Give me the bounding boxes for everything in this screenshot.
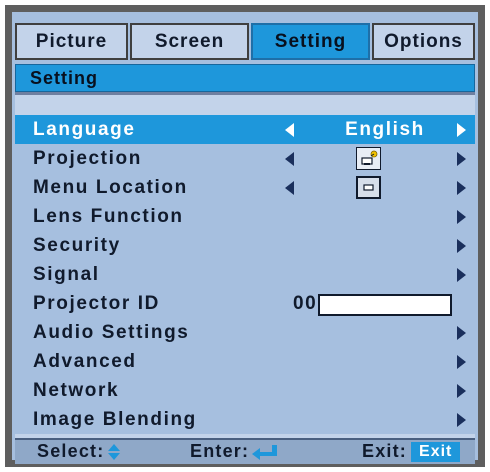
- menu-item-projection[interactable]: Projection: [15, 144, 475, 173]
- menu-item-label: Security: [33, 235, 121, 256]
- spacer: [15, 95, 475, 115]
- arrow-right-icon[interactable]: [457, 152, 466, 166]
- arrow-right-icon[interactable]: [457, 384, 466, 398]
- enter-label: Enter:: [190, 441, 250, 461]
- tab-screen[interactable]: Screen: [130, 23, 249, 60]
- exit-hint: Exit: Exit: [362, 440, 461, 463]
- enter-hint: Enter:: [190, 440, 279, 463]
- arrow-left-icon[interactable]: [285, 123, 294, 137]
- arrow-right-icon[interactable]: [457, 239, 466, 253]
- arrow-right-icon[interactable]: [457, 123, 466, 137]
- menu-item-audio-settings[interactable]: Audio Settings: [15, 318, 475, 347]
- menu-item-language[interactable]: Language English: [15, 115, 475, 144]
- menu-item-advanced[interactable]: Advanced: [15, 347, 475, 376]
- arrow-right-icon[interactable]: [457, 181, 466, 195]
- arrow-right-icon[interactable]: [457, 326, 466, 340]
- up-down-arrow-icon: [108, 443, 121, 460]
- menu-item-label: Image Blending: [33, 409, 197, 430]
- menu-item-label: Signal: [33, 264, 100, 285]
- arrow-right-icon[interactable]: [457, 268, 466, 282]
- osd-menu-frame: Picture Screen Setting Options Setting L…: [5, 5, 485, 467]
- osd-footer: Select: Enter: Exit: Exit: [15, 438, 475, 464]
- menu-item-label: Advanced: [33, 351, 137, 372]
- section-title: Setting: [15, 64, 475, 92]
- menu-location-center-icon: [356, 176, 381, 199]
- menu-item-label: Projection: [33, 148, 142, 169]
- projector-id-value: 00: [293, 293, 318, 314]
- menu-item-menu-location[interactable]: Menu Location: [15, 173, 475, 202]
- menu-item-label: Lens Function: [33, 206, 184, 227]
- menu-item-label: Language: [33, 119, 136, 140]
- arrow-right-icon[interactable]: [457, 210, 466, 224]
- menu-item-network[interactable]: Network: [15, 376, 475, 405]
- menu-item-label: Menu Location: [33, 177, 188, 198]
- menu-item-label: Audio Settings: [33, 322, 190, 343]
- tab-picture[interactable]: Picture: [15, 23, 128, 60]
- tab-bar: Picture Screen Setting Options: [15, 23, 475, 60]
- arrow-right-icon[interactable]: [457, 413, 466, 427]
- select-label: Select:: [37, 441, 105, 461]
- exit-label: Exit:: [362, 441, 408, 461]
- settings-list: Language English Projection Menu Locatio…: [15, 115, 475, 434]
- menu-item-label: Network: [33, 380, 120, 401]
- menu-item-lens-function[interactable]: Lens Function: [15, 202, 475, 231]
- tab-setting[interactable]: Setting: [251, 23, 370, 60]
- front-projection-icon: [356, 147, 381, 170]
- menu-item-label: Projector ID: [33, 293, 160, 314]
- menu-item-projector-id[interactable]: Projector ID 00: [15, 289, 475, 318]
- enter-key-icon: [252, 444, 278, 460]
- menu-item-security[interactable]: Security: [15, 231, 475, 260]
- arrow-right-icon[interactable]: [457, 355, 466, 369]
- osd-menu-panel: Picture Screen Setting Options Setting L…: [12, 12, 478, 464]
- menu-item-signal[interactable]: Signal: [15, 260, 475, 289]
- language-value: English: [345, 119, 425, 140]
- arrow-left-icon[interactable]: [285, 152, 294, 166]
- select-hint: Select:: [37, 440, 121, 463]
- tab-options[interactable]: Options: [372, 23, 475, 60]
- projector-id-input[interactable]: [318, 294, 452, 316]
- exit-button[interactable]: Exit: [411, 441, 461, 462]
- menu-item-image-blending[interactable]: Image Blending: [15, 405, 475, 434]
- arrow-left-icon[interactable]: [285, 181, 294, 195]
